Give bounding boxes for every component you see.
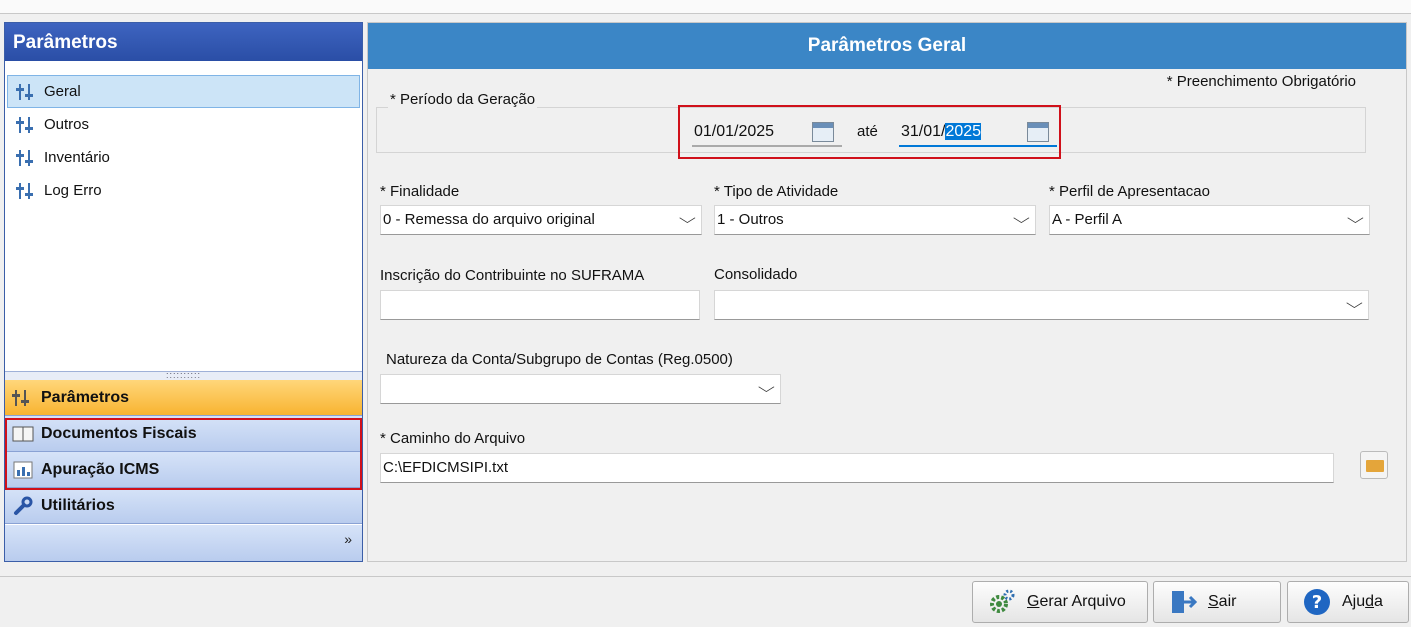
exit-door-icon — [1168, 587, 1198, 617]
chevron-down-icon: ⌵ — [1347, 210, 1365, 226]
tree-item-label: Log Erro — [44, 182, 102, 199]
perfil-select[interactable]: A - Perfil A ⌵ — [1049, 205, 1370, 235]
natureza-select[interactable]: ⌵ — [380, 374, 781, 404]
perfil-value: A - Perfil A — [1052, 211, 1123, 228]
group-documentos-fiscais[interactable]: Documentos Fiscais — [5, 416, 362, 452]
finalidade-label: * Finalidade — [380, 183, 460, 200]
suframa-label: Inscrição do Contribuinte no SUFRAMA — [380, 267, 645, 284]
nav-header: Parâmetros — [5, 23, 362, 61]
date-from-input[interactable]: 01/01/2025 — [692, 119, 842, 147]
group-utilitarios[interactable]: Utilitários — [5, 488, 362, 524]
title-strip — [0, 0, 1411, 14]
nav-footer[interactable]: » — [5, 525, 362, 561]
chevron-down-icon: ⌵ — [1346, 295, 1364, 311]
group-label: Apuração ICMS — [41, 460, 160, 478]
tipo-atividade-label: * Tipo de Atividade — [714, 183, 839, 200]
tree-item-label: Geral — [44, 83, 81, 100]
tipo-atividade-value: 1 - Outros — [717, 211, 784, 228]
calendar-icon[interactable] — [812, 122, 834, 142]
help-icon: ? — [1302, 587, 1332, 617]
date-to-selection: 2025 — [945, 123, 982, 140]
chart-icon — [11, 460, 35, 480]
tipo-atividade-select[interactable]: 1 - Outros ⌵ — [714, 205, 1036, 235]
svg-text:?: ? — [1312, 592, 1322, 613]
finalidade-select[interactable]: 0 - Remessa do arquivo original ⌵ — [380, 205, 702, 235]
nav-tree: Geral Outros Inventário Log Erro — [5, 61, 362, 371]
perfil-label: * Perfil de Apresentacao — [1049, 183, 1210, 200]
splitter-handle[interactable]: :::::::::: — [5, 371, 362, 380]
main-window: Parâmetros Geral Outros Inventário Log E… — [0, 14, 1411, 576]
ajuda-label: Ajuda — [1342, 593, 1383, 610]
tree-item-label: Inventário — [44, 149, 110, 166]
tree-item-inventario[interactable]: Inventário — [7, 141, 360, 174]
date-from-value: 01/01/2025 — [694, 123, 775, 140]
consolidado-select[interactable]: ⌵ — [714, 290, 1369, 320]
tree-item-outros[interactable]: Outros — [7, 108, 360, 141]
folder-icon[interactable] — [1360, 451, 1388, 479]
group-label: Documentos Fiscais — [41, 424, 197, 442]
wrench-icon — [11, 496, 35, 516]
period-label: * Período da Geração — [388, 91, 538, 108]
natureza-label: Natureza da Conta/Subgrupo de Contas (Re… — [386, 351, 733, 368]
button-bar: Gerar Arquivo Sair ? Ajuda — [0, 576, 1411, 627]
ajuda-button[interactable]: ? Ajuda — [1287, 581, 1409, 623]
sliders-icon — [16, 149, 38, 167]
calendar-icon[interactable] — [1027, 122, 1049, 142]
sliders-icon — [16, 83, 38, 101]
nav-groups: Parâmetros Documentos Fiscais Apuração I… — [5, 380, 362, 524]
group-label: Utilitários — [41, 496, 115, 514]
date-to-input[interactable]: 31/01/2025 — [899, 119, 1057, 147]
book-icon — [11, 424, 35, 444]
tree-item-geral[interactable]: Geral — [7, 75, 360, 108]
page-title: Parâmetros Geral — [368, 23, 1406, 69]
sliders-icon — [16, 116, 38, 134]
chevron-down-icon: ⌵ — [758, 379, 776, 395]
parametros-geral-panel: Parâmetros Geral * Preenchimento Obrigat… — [367, 22, 1407, 562]
sair-label: Sair — [1208, 593, 1237, 610]
gerar-arquivo-button[interactable]: Gerar Arquivo — [972, 581, 1148, 623]
chevron-down-icon: ⌵ — [679, 210, 697, 226]
group-parametros[interactable]: Parâmetros — [5, 380, 362, 416]
sair-button[interactable]: Sair — [1153, 581, 1281, 623]
consolidado-label: Consolidado — [714, 266, 798, 283]
caminho-value: C:\EFDICMSIPI.txt — [383, 459, 509, 476]
sliders-icon — [11, 388, 35, 408]
sliders-icon — [16, 182, 38, 200]
date-to-prefix: 31/01/ — [901, 123, 946, 140]
suframa-input[interactable] — [380, 290, 700, 320]
chevron-more-icon[interactable]: » — [344, 531, 352, 547]
until-label: até — [857, 123, 878, 140]
chevron-down-icon: ⌵ — [1013, 210, 1031, 226]
required-note: * Preenchimento Obrigatório — [1166, 73, 1356, 90]
group-apuracao-icms[interactable]: Apuração ICMS — [5, 452, 362, 488]
gerar-arquivo-label: Gerar Arquivo — [1027, 593, 1126, 610]
caminho-label: * Caminho do Arquivo — [380, 430, 526, 447]
tree-item-label: Outros — [44, 116, 90, 133]
finalidade-value: 0 - Remessa do arquivo original — [383, 211, 595, 228]
navigation-pane: Parâmetros Geral Outros Inventário Log E… — [4, 22, 363, 562]
caminho-input[interactable]: C:\EFDICMSIPI.txt — [380, 453, 1334, 483]
gears-icon — [987, 587, 1017, 617]
tree-item-log-erro[interactable]: Log Erro — [7, 174, 360, 207]
group-label: Parâmetros — [41, 388, 130, 406]
